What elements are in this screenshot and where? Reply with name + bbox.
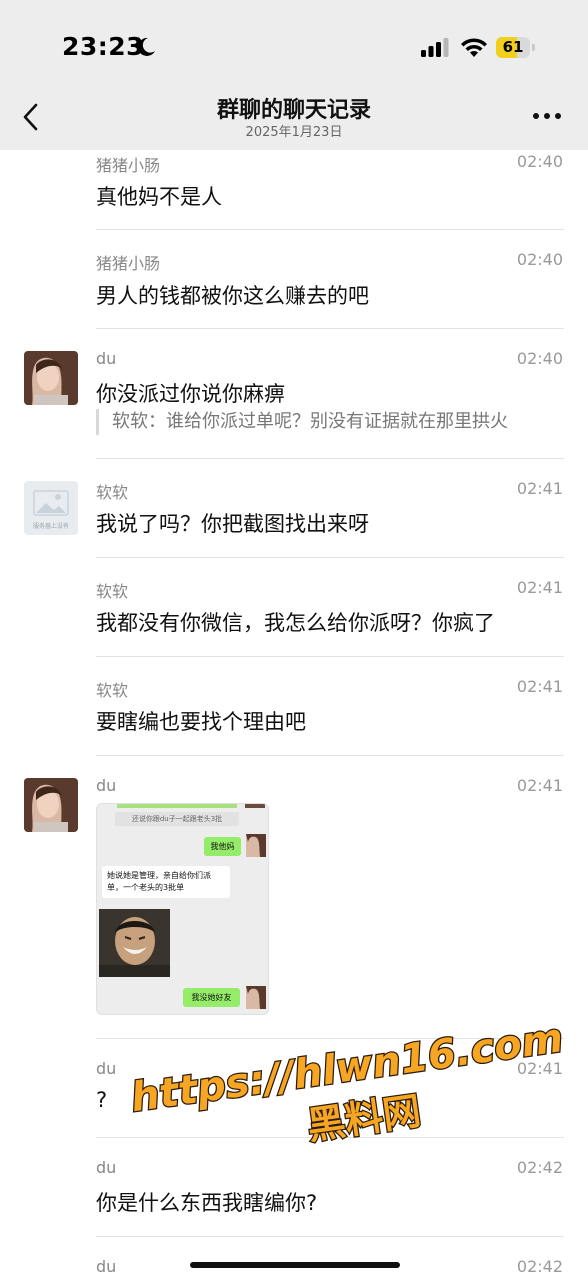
avatar[interactable]: 服务器上没有 <box>24 481 78 535</box>
message-text: 要瞎编也要找个理由吧 <box>96 710 306 734</box>
battery-indicator: 61 <box>496 37 536 58</box>
avatar[interactable] <box>24 778 78 832</box>
screenshot-reply-bubble: 我他妈 <box>204 837 241 856</box>
sender-name: du <box>96 776 117 795</box>
message-time: 02:42 <box>516 1257 563 1276</box>
screenshot-image-message[interactable]: 还说你跟du子一起跟老头3批 我他妈 她说她是管理，亲自给你们派单，一个老头的3… <box>96 803 269 1015</box>
message-time: 02:41 <box>516 776 563 795</box>
message-text: 我都没有你微信，我怎么给你派呀？你疯了 <box>96 611 495 635</box>
nav-bar: 群聊的聊天记录 2025年1月23日 <box>0 88 588 150</box>
divider <box>96 1236 564 1237</box>
user-photo-avatar <box>246 986 266 1009</box>
divider <box>96 656 564 657</box>
sender-name: du <box>96 1257 117 1276</box>
divider <box>96 755 564 756</box>
divider <box>96 557 564 558</box>
screenshot-received-bubble: 她说她是管理，亲自给你们派单，一个老头的3批单 <box>102 866 230 898</box>
sender-name: 猪猪小肠 <box>96 156 161 175</box>
message-text: 你没派过你说你麻痹 <box>96 382 285 406</box>
battery-percentage: 61 <box>502 38 524 56</box>
home-indicator[interactable] <box>190 1262 400 1268</box>
message-text: 真他妈不是人 <box>96 185 222 209</box>
divider <box>96 458 564 459</box>
message-time: 02:40 <box>516 152 563 171</box>
user-photo-avatar <box>24 351 78 405</box>
sender-name: du <box>96 1158 117 1177</box>
sender-name: 软软 <box>96 681 129 700</box>
quoted-message[interactable]: 软软：谁给你派过单呢？别没有证据就在那里拱火 <box>96 409 572 435</box>
sender-name: 猪猪小肠 <box>96 254 161 273</box>
user-photo-avatar <box>246 834 266 857</box>
status-bar: 23:23 61 <box>0 0 588 88</box>
message-time: 02:40 <box>516 349 563 368</box>
avatar[interactable] <box>24 351 78 405</box>
avatar-placeholder-caption: 服务器上没有 <box>32 523 69 530</box>
divider <box>96 229 564 230</box>
meme-sticker-image <box>99 909 170 977</box>
sender-name: du <box>96 1059 117 1078</box>
message-text: 我说了吗？你把截图找出来呀 <box>96 512 369 536</box>
sender-name: 软软 <box>96 483 129 502</box>
more-options-button[interactable] <box>532 112 562 120</box>
message-time: 02:40 <box>516 250 563 269</box>
moon-icon <box>137 37 155 56</box>
message-time: 02:41 <box>516 479 563 498</box>
message-time: 02:41 <box>516 677 563 696</box>
user-photo-avatar <box>24 778 78 832</box>
message-text: 你是什么东西我瞎编你? <box>96 1191 318 1215</box>
divider <box>96 328 564 329</box>
sender-name: du <box>96 349 117 368</box>
status-time: 23:23 <box>62 32 145 61</box>
page-title: 群聊的聊天记录 <box>216 98 371 123</box>
wifi-icon <box>461 38 487 57</box>
message-text: ? <box>96 1088 108 1112</box>
screenshot-reply-bubble: 我没她好友 <box>183 988 240 1007</box>
message-text: 男人的钱都被你这么赚去的吧 <box>96 284 369 308</box>
screenshot-quote: 还说你跟du子一起跟老头3批 <box>115 812 239 826</box>
page-subtitle-date: 2025年1月23日 <box>245 125 343 140</box>
message-time: 02:41 <box>516 578 563 597</box>
watermark-overlay: https://hlwn16.com 黑料网 <box>130 1015 567 1149</box>
cellular-signal-icon <box>421 38 449 57</box>
sender-name: 软软 <box>96 582 129 601</box>
watermark-site-name: 黑料网 <box>305 1089 424 1148</box>
